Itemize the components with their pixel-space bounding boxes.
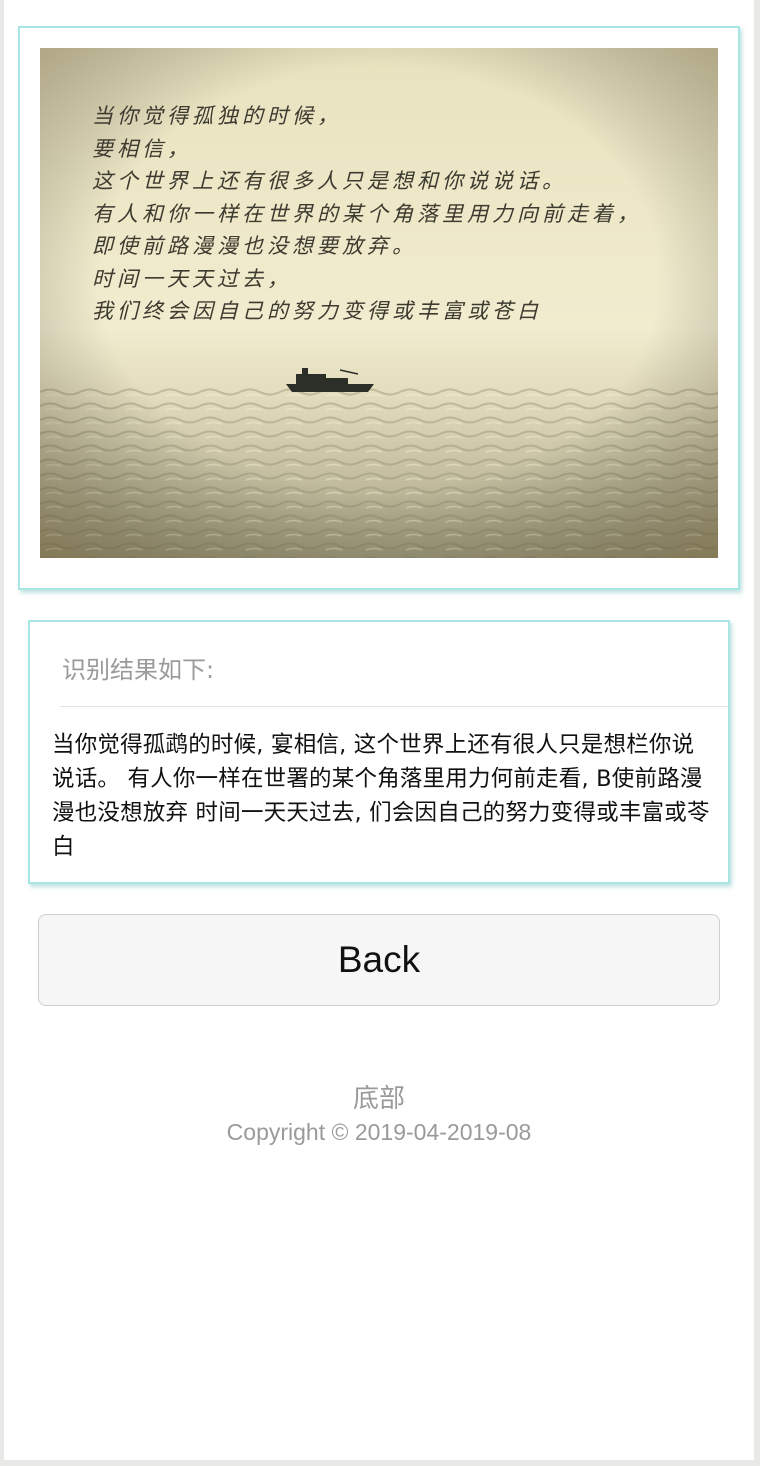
poem-line: 当你觉得孤独的时候， — [92, 104, 342, 128]
copyright-text: Copyright © 2019-04-2019-08 — [226, 1119, 532, 1145]
recognized-text: 当你觉得孤鹉的时候, 宴相信, 这个世界上还有很人只是想栏你说说话。 有人你一样… — [52, 732, 710, 860]
poem-line: 我们终会因自己的努力变得或丰富或苍白 — [92, 299, 542, 323]
poem-line: 有人和你一样在世界的某个角落里用力向前走着， — [92, 201, 642, 226]
page: 当你觉得孤独的时候， 要相信， 这个世界上还有很多人只是想和你说说话。 有人和你… — [4, 0, 754, 1460]
back-button[interactable]: Back — [38, 914, 720, 1006]
footer: 底部 Copyright © 2019-04-2019-08 — [4, 1080, 754, 1146]
image-card: 当你觉得孤独的时候， 要相信， 这个世界上还有很多人只是想和你说说话。 有人和你… — [18, 26, 740, 590]
divider — [60, 706, 728, 707]
poem-line: 这个世界上还有很多人只是想和你说说话。 — [92, 169, 567, 193]
photo-poem-text: 当你觉得孤独的时候， 要相信， 这个世界上还有很多人只是想和你说说话。 有人和你… — [92, 100, 712, 328]
poem-line: 即使前路漫漫也没想要放弃。 — [92, 234, 417, 258]
footer-title: 底部 — [352, 1084, 405, 1114]
result-title: 识别结果如下: — [62, 656, 215, 684]
uploaded-photo: 当你觉得孤独的时候， 要相信， 这个世界上还有很多人只是想和你说说话。 有人和你… — [40, 48, 718, 558]
result-card: 识别结果如下: 当你觉得孤鹉的时候, 宴相信, 这个世界上还有很人只是想栏你说说… — [28, 620, 730, 884]
poem-line: 要相信， — [92, 136, 192, 161]
poem-line: 时间一天天过去， — [92, 266, 292, 291]
